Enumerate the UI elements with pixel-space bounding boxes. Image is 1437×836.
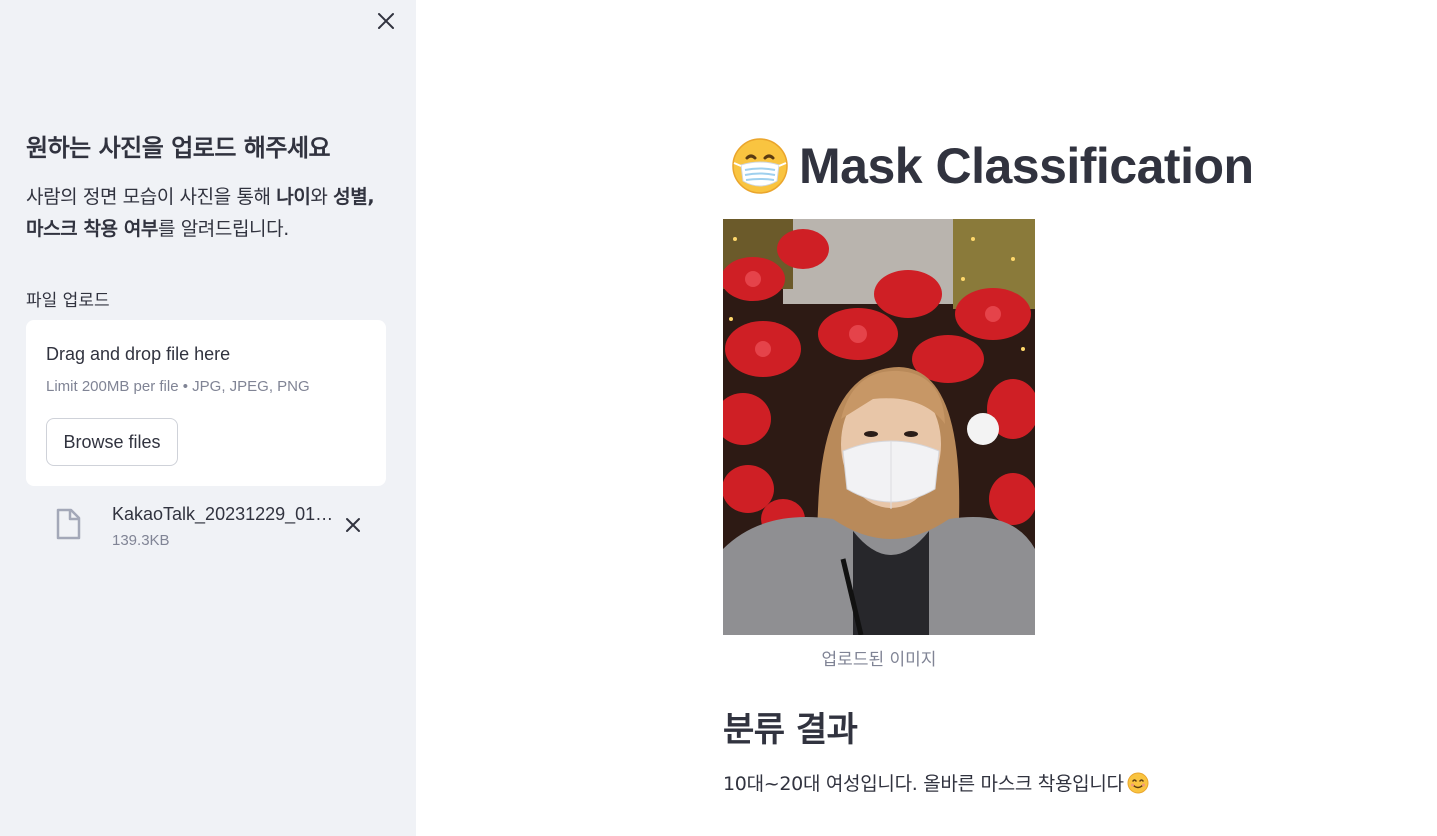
browse-files-button[interactable]: Browse files bbox=[46, 418, 178, 466]
desc-part1: 사람의 정면 모습이 사진을 통해 bbox=[26, 186, 277, 208]
uploaded-file-name: KakaoTalk_20231229_01… bbox=[112, 504, 334, 524]
sidebar-title: 원하는 사진을 업로드 해주세요 bbox=[26, 134, 331, 162]
uploaded-file-size: 139.3KB bbox=[112, 532, 170, 549]
result-text: 10대~20대 여성입니다. 올바른 마스크 착용입니다 bbox=[723, 773, 1124, 795]
uploaded-file-item: KakaoTalk_20231229_01… 139.3KB bbox=[26, 498, 386, 558]
desc-part2: 와 bbox=[310, 186, 334, 208]
image-caption: 업로드된 이미지 bbox=[821, 650, 937, 670]
file-dropzone[interactable]: Drag and drop file here Limit 200MB per … bbox=[26, 320, 386, 486]
close-sidebar-button[interactable] bbox=[372, 7, 400, 35]
desc-part3: 를 알려드립니다. bbox=[158, 218, 289, 240]
dropzone-limit: Limit 200MB per file • JPG, JPEG, PNG bbox=[46, 378, 310, 395]
file-icon bbox=[56, 508, 81, 540]
result-text-row: 10대~20대 여성입니다. 올바른 마스크 착용입니다 bbox=[723, 769, 1149, 796]
uploaded-image bbox=[723, 219, 1035, 635]
result-heading: 분류 결과 bbox=[723, 710, 858, 750]
sidebar-description: 사람의 정면 모습이 사진을 통해 나이와 성별, 마스크 착용 여부를 알려드… bbox=[26, 181, 396, 245]
close-icon bbox=[346, 518, 360, 532]
page-title-text: Mask Classification bbox=[799, 138, 1254, 194]
remove-file-button[interactable] bbox=[340, 512, 366, 538]
file-upload-label: 파일 업로드 bbox=[26, 291, 110, 311]
sidebar: 원하는 사진을 업로드 해주세요 사람의 정면 모습이 사진을 통해 나이와 성… bbox=[0, 0, 416, 836]
uploaded-photo-graphic bbox=[723, 219, 1035, 635]
page-title: Mask Classification bbox=[731, 134, 1254, 198]
smiling-face-emoji-icon bbox=[1127, 772, 1149, 793]
dropzone-title: Drag and drop file here bbox=[46, 344, 231, 364]
mask-face-emoji-icon bbox=[732, 138, 788, 194]
desc-bold-age: 나이 bbox=[276, 186, 311, 208]
close-icon bbox=[378, 13, 394, 29]
